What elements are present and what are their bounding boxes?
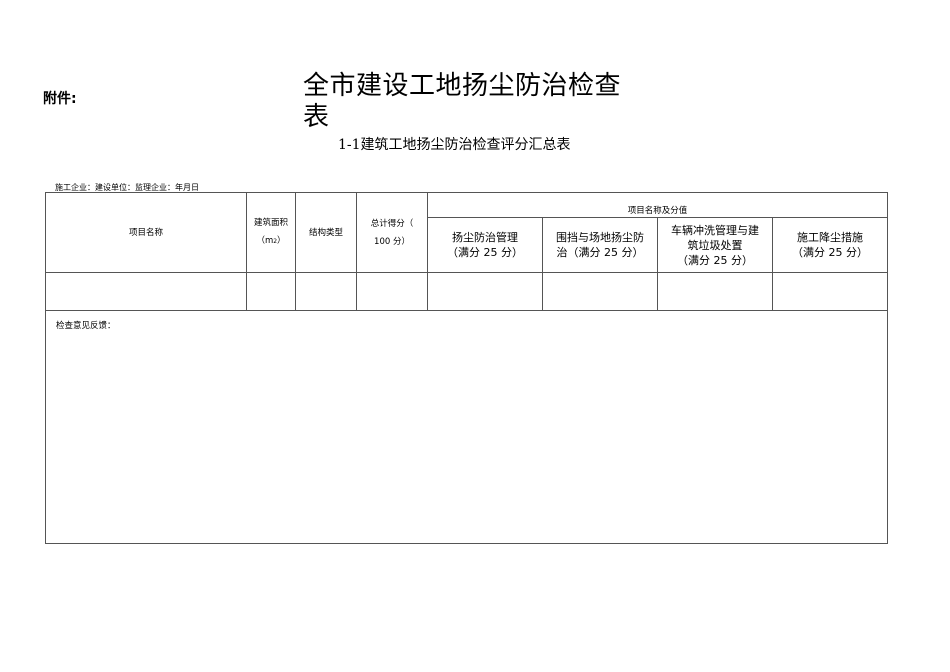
inspection-summary-table: 项目名称 建筑面积 （m2） 结构类型 总计得分（ 100 分） 项目名称及分值…	[44, 192, 889, 544]
cell-structure-type[interactable]	[295, 272, 357, 311]
feedback-cell[interactable]: 检查意见反馈：	[44, 310, 889, 544]
table-subtitle: 1-1建筑工地扬尘防治检查评分汇总表	[338, 137, 571, 153]
attachment-label: 附件:	[43, 91, 77, 107]
header-item-group: 项目名称及分值	[426, 192, 889, 218]
cell-building-area[interactable]	[246, 272, 296, 311]
header-building-area: 建筑面积 （m2）	[246, 192, 296, 273]
header-vehicle-wash-waste: 车辆冲洗管理与建 筑垃圾处置 （满分 25 分）	[657, 217, 773, 273]
header-fence-site-dust: 围挡与场地扬尘防 治（满分 25 分）	[542, 217, 658, 273]
header-total-score: 总计得分（ 100 分）	[356, 192, 428, 273]
cell-vehicle-wash-waste[interactable]	[657, 272, 773, 311]
page-title: 全市建设工地扬尘防治检查表	[303, 71, 622, 132]
cell-dust-reduction[interactable]	[771, 272, 889, 311]
feedback-label: 检查意见反馈：	[56, 321, 116, 331]
header-structure-type: 结构类型	[295, 192, 357, 273]
header-structure-type-text: 结构类型	[308, 227, 343, 238]
header-area-unit: （m2）	[256, 236, 286, 246]
cell-project-name[interactable]	[45, 272, 247, 311]
header-project-name: 项目名称	[45, 192, 247, 273]
header-total-score-line2: 100 分）	[374, 236, 410, 247]
header-total-score-line1: 总计得分（	[370, 218, 414, 229]
header-area-line1: 建筑面积	[253, 218, 288, 228]
cell-dust-management[interactable]	[427, 272, 543, 311]
cell-fence-site-dust[interactable]	[542, 272, 658, 311]
cell-total-score[interactable]	[356, 272, 428, 311]
header-dust-management: 扬尘防治管理 （满分 25 分）	[427, 217, 543, 273]
header-dust-reduction: 施工降尘措施 （满分 25 分）	[771, 217, 889, 273]
header-row-1: 项目名称 建筑面积 （m2） 结构类型 总计得分（ 100 分） 项目名称及分值	[45, 192, 889, 273]
header-project-name-text: 项目名称	[128, 227, 163, 238]
header-item-group-text: 项目名称及分值	[627, 206, 688, 216]
table-row	[45, 272, 889, 311]
feedback-row: 检查意见反馈：	[44, 310, 889, 544]
